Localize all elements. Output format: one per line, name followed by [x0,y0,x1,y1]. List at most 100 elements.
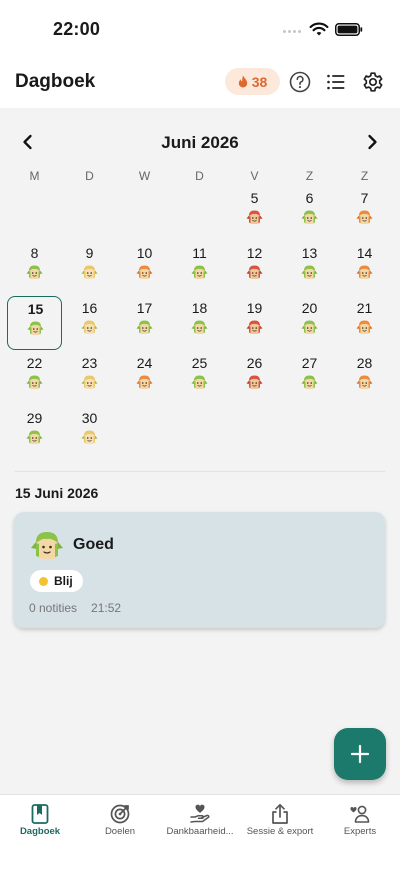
mood-yellow-icon [81,375,98,389]
calendar-day-21[interactable]: 21 [337,296,392,351]
day-number: 23 [81,355,98,371]
calendar-day-15[interactable]: 15 [7,296,62,350]
day-number: 13 [301,245,318,261]
calendar-day-10[interactable]: 10 [117,241,172,296]
battery-icon [335,23,363,36]
emotion-tag-label: Blij [54,574,73,588]
weekday-label: D [85,169,94,183]
status-bar: 22:00 [0,0,400,58]
streak-badge[interactable]: 38 [225,68,280,95]
calendar-day-7[interactable]: 7 [337,186,392,241]
calendar-day-8[interactable]: 8 [7,241,62,296]
entry-time: 21:52 [91,601,122,615]
gear-icon[interactable] [361,70,385,94]
calendar-day-26[interactable]: 26 [227,351,282,406]
calendar-day-27[interactable]: 27 [282,351,337,406]
tab-sessie-export[interactable]: Sessie & export [240,795,320,869]
calendar-day-22[interactable]: 22 [7,351,62,406]
chevron-right-icon[interactable] [362,132,382,152]
app-header: Dagboek 38 [0,58,400,108]
day-number: 11 [192,245,207,261]
weekday-label: V [250,169,259,183]
weekday-label: D [195,169,204,183]
calendar-day-25[interactable]: 25 [172,351,227,406]
calendar-day-30[interactable]: 30 [62,406,117,461]
mood-red-icon [246,375,263,389]
day-number: 8 [30,245,39,261]
notes-count: 0 notities [29,601,78,615]
day-number: 28 [356,355,373,371]
calendar-day-28[interactable]: 28 [337,351,392,406]
mood-green-icon [301,320,318,334]
mood-yellow-icon [81,320,98,334]
calendar-day-13[interactable]: 13 [282,241,337,296]
share-icon [272,803,288,824]
entry-card[interactable]: Goed Blij 0 notities 21:52 [14,512,385,628]
tab-label: Dagboek [19,826,61,837]
day-number: 21 [356,300,373,316]
divider [15,471,385,472]
mood-red-icon [246,265,263,279]
mood-green-icon [26,265,43,279]
calendar-day-29[interactable]: 29 [7,406,62,461]
calendar-day-20[interactable]: 20 [282,296,337,351]
status-time: 22:00 [53,19,101,39]
tab-label: Experts [343,826,377,837]
entry-meta: 0 notities 21:52 [29,601,121,615]
tab-doelen[interactable]: Doelen [80,795,160,869]
calendar-day-5[interactable]: 5 [227,186,282,241]
mood-green-icon [301,265,318,279]
day-number: 5 [250,190,259,206]
experts-icon [350,805,370,823]
calendar-day-14[interactable]: 14 [337,241,392,296]
tag-dot [39,576,48,586]
calendar-day-11[interactable]: 11 [172,241,227,296]
weekday-label: W [138,169,151,183]
mood-orange-icon [356,265,373,279]
help-icon[interactable] [288,70,312,94]
day-number: 20 [301,300,318,316]
calendar-day-16[interactable]: 16 [62,296,117,351]
tab-label: Dankbaarheid... [166,826,234,837]
plus-icon [350,744,370,764]
mood-orange-icon [136,375,153,389]
mood-avatar-icon [31,532,63,559]
day-number: 7 [360,190,369,206]
page-title: Dagboek [15,71,96,92]
mood-green-icon [191,265,208,279]
mood-green-icon [26,375,43,389]
calendar-day-19[interactable]: 19 [227,296,282,351]
list-icon[interactable] [324,70,348,94]
target-icon [110,804,130,824]
add-entry-button[interactable] [334,728,386,780]
mood-red-icon [246,210,263,224]
mood-green-icon [191,375,208,389]
day-number: 24 [136,355,153,371]
tab-dagboek[interactable]: Dagboek [0,795,80,869]
mood-orange-icon [136,265,153,279]
weekday-label: Z [360,169,369,183]
day-number: 26 [246,355,263,371]
calendar-day-23[interactable]: 23 [62,351,117,406]
flame-icon [238,75,247,88]
calendar-day-12[interactable]: 12 [227,241,282,296]
calendar-day-24[interactable]: 24 [117,351,172,406]
wifi-icon [309,22,329,36]
heart-hand-icon [190,804,210,823]
mood-orange-icon [356,320,373,334]
mood-green-icon [301,375,318,389]
day-number: 14 [356,245,373,261]
mood-orange-icon [356,375,373,389]
mood-yellow-icon [81,265,98,279]
tab-experts[interactable]: Experts [320,795,400,869]
calendar-day-6[interactable]: 6 [282,186,337,241]
calendar-day-9[interactable]: 9 [62,241,117,296]
calendar-day-17[interactable]: 17 [117,296,172,351]
mood-green-icon [191,320,208,334]
day-number: 29 [26,410,43,426]
day-number: 25 [191,355,208,371]
calendar-day-18[interactable]: 18 [172,296,227,351]
book-icon [31,804,49,824]
day-number: 16 [81,300,98,316]
tab-dankbaarheid[interactable]: Dankbaarheid... [160,795,240,869]
